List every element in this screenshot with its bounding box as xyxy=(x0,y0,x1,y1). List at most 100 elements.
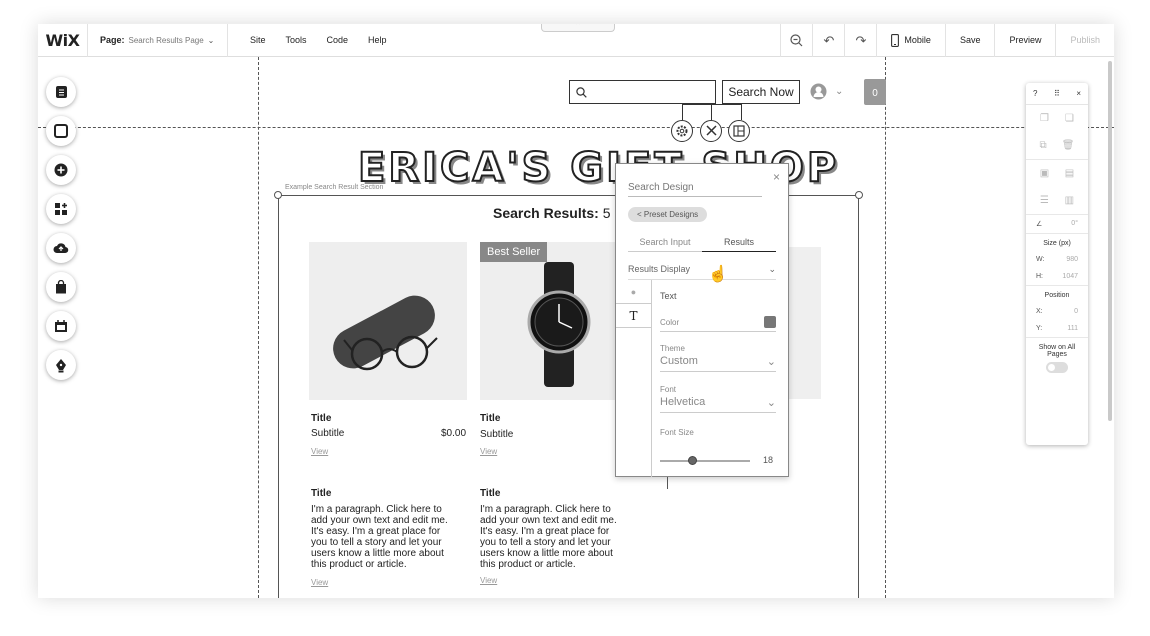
close-icon[interactable]: × xyxy=(1076,89,1081,98)
design-tabs: Search Input Results xyxy=(628,237,776,252)
font-dropdown[interactable]: Font Helvetica ⌄ xyxy=(660,385,776,413)
copy-icon[interactable]: ❐ xyxy=(1040,113,1049,124)
resize-handle-top-left[interactable] xyxy=(274,191,282,199)
wix-logo[interactable]: WiX xyxy=(38,24,88,57)
cart-icon[interactable]: 0 xyxy=(864,79,886,105)
search-icon xyxy=(576,86,587,98)
article-view-link[interactable]: View xyxy=(480,576,497,585)
distribute-icon[interactable]: ▥ xyxy=(1065,195,1074,206)
bring-forward-icon[interactable]: ▣ xyxy=(1040,168,1049,179)
height-row[interactable]: H: 1047 xyxy=(1026,268,1088,285)
pages-icon[interactable] xyxy=(46,77,76,107)
x-label: X: xyxy=(1036,308,1043,315)
text-heading: Text xyxy=(660,291,677,301)
apps-icon[interactable] xyxy=(46,194,76,224)
theme-value: Custom xyxy=(660,355,698,367)
undo-icon[interactable]: ↶ xyxy=(812,24,844,57)
preview-button[interactable]: Preview xyxy=(994,24,1055,57)
article-paragraph[interactable]: I'm a paragraph. Click here to add your … xyxy=(311,504,451,570)
width-row[interactable]: W: 980 xyxy=(1026,251,1088,268)
menu-code[interactable]: Code xyxy=(327,35,349,45)
settings-icon[interactable] xyxy=(671,120,693,142)
bookings-icon[interactable] xyxy=(46,311,76,341)
avatar-icon xyxy=(810,83,827,100)
send-backward-icon[interactable]: ▤ xyxy=(1065,168,1074,179)
tab-results[interactable]: Results xyxy=(702,237,776,252)
right-tools: ↶ ↷ Mobile Save Preview Publish xyxy=(780,24,1114,57)
article-title[interactable]: Title xyxy=(311,488,331,499)
menu-help[interactable]: Help xyxy=(368,35,387,45)
text-section: Text xyxy=(660,291,776,301)
chevron-down-icon: ⌄ xyxy=(768,264,776,274)
editor-canvas[interactable]: Search Now ⌄ 0 ERICA'S GIFT SHOP Example… xyxy=(38,57,1114,598)
add-icon[interactable] xyxy=(46,155,76,185)
product-title[interactable]: Title xyxy=(480,413,500,424)
text-tab-icon[interactable]: T xyxy=(616,304,651,328)
product-subtitle: Subtitle xyxy=(480,429,514,440)
background-icon[interactable] xyxy=(46,116,76,146)
search-design-panel: × Search Design < Preset Designs Search … xyxy=(615,163,789,477)
color-swatch[interactable] xyxy=(764,316,776,328)
tab-search-input[interactable]: Search Input xyxy=(628,237,702,252)
layout-icon[interactable] xyxy=(728,120,750,142)
page-selector[interactable]: Page: Search Results Page ⌄ xyxy=(88,24,228,57)
user-menu[interactable]: ⌄ xyxy=(810,83,843,100)
y-value: 111 xyxy=(1067,325,1078,332)
hand-cursor-icon: ☝ xyxy=(708,266,728,283)
design-tools-icon[interactable] xyxy=(700,120,722,142)
align-icon[interactable]: ☰ xyxy=(1040,195,1049,206)
drag-handle-icon[interactable]: ⠿ xyxy=(1054,89,1060,98)
product-title[interactable]: Title xyxy=(311,413,331,424)
results-title-text: Search Results: xyxy=(493,205,599,221)
results-title: Search Results: 5 xyxy=(493,205,611,221)
properties-panel: ? ⠿ × ❐ ❏ ⧉ 🗑 ▣ ▤ ☰ ▥ ∠ 0° Size (px) W: … xyxy=(1026,83,1088,445)
duplicate-icon[interactable]: ⧉ xyxy=(1040,140,1047,151)
width-label: W: xyxy=(1036,256,1045,263)
font-size-label: Font Size xyxy=(660,428,694,437)
article-paragraph[interactable]: I'm a paragraph. Click here to add your … xyxy=(480,504,620,570)
zoom-out-icon[interactable] xyxy=(780,24,812,57)
delete-icon[interactable]: 🗑 xyxy=(1062,140,1075,151)
design-search-input[interactable]: Search Design xyxy=(628,182,762,197)
blog-icon[interactable] xyxy=(46,350,76,380)
fill-tab-icon[interactable]: ● xyxy=(616,280,651,304)
show-on-all-pages-toggle[interactable] xyxy=(1046,362,1068,373)
product-view-link[interactable]: View xyxy=(311,447,328,456)
results-display-dropdown[interactable]: Results Display ⌄ xyxy=(628,264,776,280)
font-size-slider[interactable] xyxy=(660,456,750,465)
product-image-glasses[interactable] xyxy=(309,242,467,400)
chevron-down-icon: ⌄ xyxy=(835,86,844,97)
store-icon[interactable] xyxy=(46,272,76,302)
publish-button[interactable]: Publish xyxy=(1055,24,1114,57)
collapse-handle[interactable]: ⌃ xyxy=(541,24,615,32)
site-search-input[interactable] xyxy=(569,80,716,104)
help-icon[interactable]: ? xyxy=(1033,89,1037,98)
chevron-down-icon: ⌄ xyxy=(207,35,215,45)
theme-dropdown[interactable]: Theme Custom ⌄ xyxy=(660,344,776,372)
canvas-scrollbar[interactable] xyxy=(1108,61,1112,421)
mobile-button[interactable]: Mobile xyxy=(876,24,945,57)
paste-icon[interactable]: ❏ xyxy=(1065,113,1074,124)
section-label: Example Search Result Section xyxy=(285,184,384,191)
menu-tools[interactable]: Tools xyxy=(286,35,307,45)
save-button[interactable]: Save xyxy=(944,24,995,57)
rotation-row[interactable]: ∠ 0° xyxy=(1026,215,1088,233)
rotation-value: 0° xyxy=(1071,220,1078,227)
product-subtitle: Subtitle xyxy=(311,428,345,439)
slider-knob[interactable] xyxy=(688,456,697,465)
product-view-link[interactable]: View xyxy=(480,447,497,456)
mobile-label: Mobile xyxy=(904,35,931,45)
resize-handle-top-right[interactable] xyxy=(855,191,863,199)
article-title[interactable]: Title xyxy=(480,488,500,499)
y-label: Y: xyxy=(1036,325,1043,332)
y-row[interactable]: Y: 111 xyxy=(1026,320,1088,337)
article-view-link[interactable]: View xyxy=(311,578,328,587)
preset-designs-button[interactable]: < Preset Designs xyxy=(628,207,708,222)
search-now-button[interactable]: Search Now xyxy=(722,80,800,104)
upload-icon[interactable] xyxy=(46,233,76,263)
menu-site[interactable]: Site xyxy=(250,35,266,45)
color-row[interactable]: Color xyxy=(660,314,776,332)
x-row[interactable]: X: 0 xyxy=(1026,303,1088,320)
close-icon[interactable]: × xyxy=(773,170,780,184)
redo-icon[interactable]: ↷ xyxy=(844,24,876,57)
